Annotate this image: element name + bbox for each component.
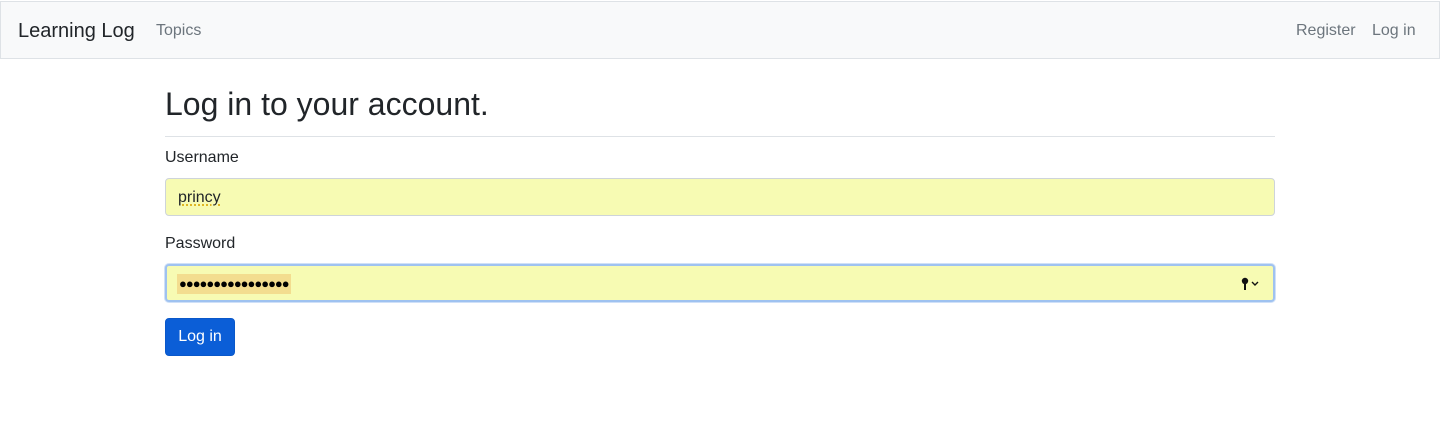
username-value: princy [178, 189, 221, 206]
nav-register-link[interactable]: Register [1296, 21, 1356, 41]
brand-link[interactable]: Learning Log [18, 19, 135, 43]
login-submit-button[interactable]: Log in [165, 318, 235, 356]
username-field[interactable]: princy [165, 178, 1275, 216]
navbar: Learning Log Topics Register Log in [0, 1, 1440, 59]
password-field[interactable]: ●●●●●●●●●●●●●●●● [165, 264, 1275, 302]
nav-topics-link[interactable]: Topics [156, 21, 201, 41]
password-label: Password [165, 235, 236, 252]
key-icon[interactable] [1240, 275, 1262, 293]
username-label: Username [165, 149, 239, 166]
nav-login-link[interactable]: Log in [1372, 21, 1416, 41]
password-masked-value: ●●●●●●●●●●●●●●●● [177, 274, 291, 294]
page-title: Log in to your account. [165, 86, 489, 122]
title-divider [165, 136, 1275, 137]
